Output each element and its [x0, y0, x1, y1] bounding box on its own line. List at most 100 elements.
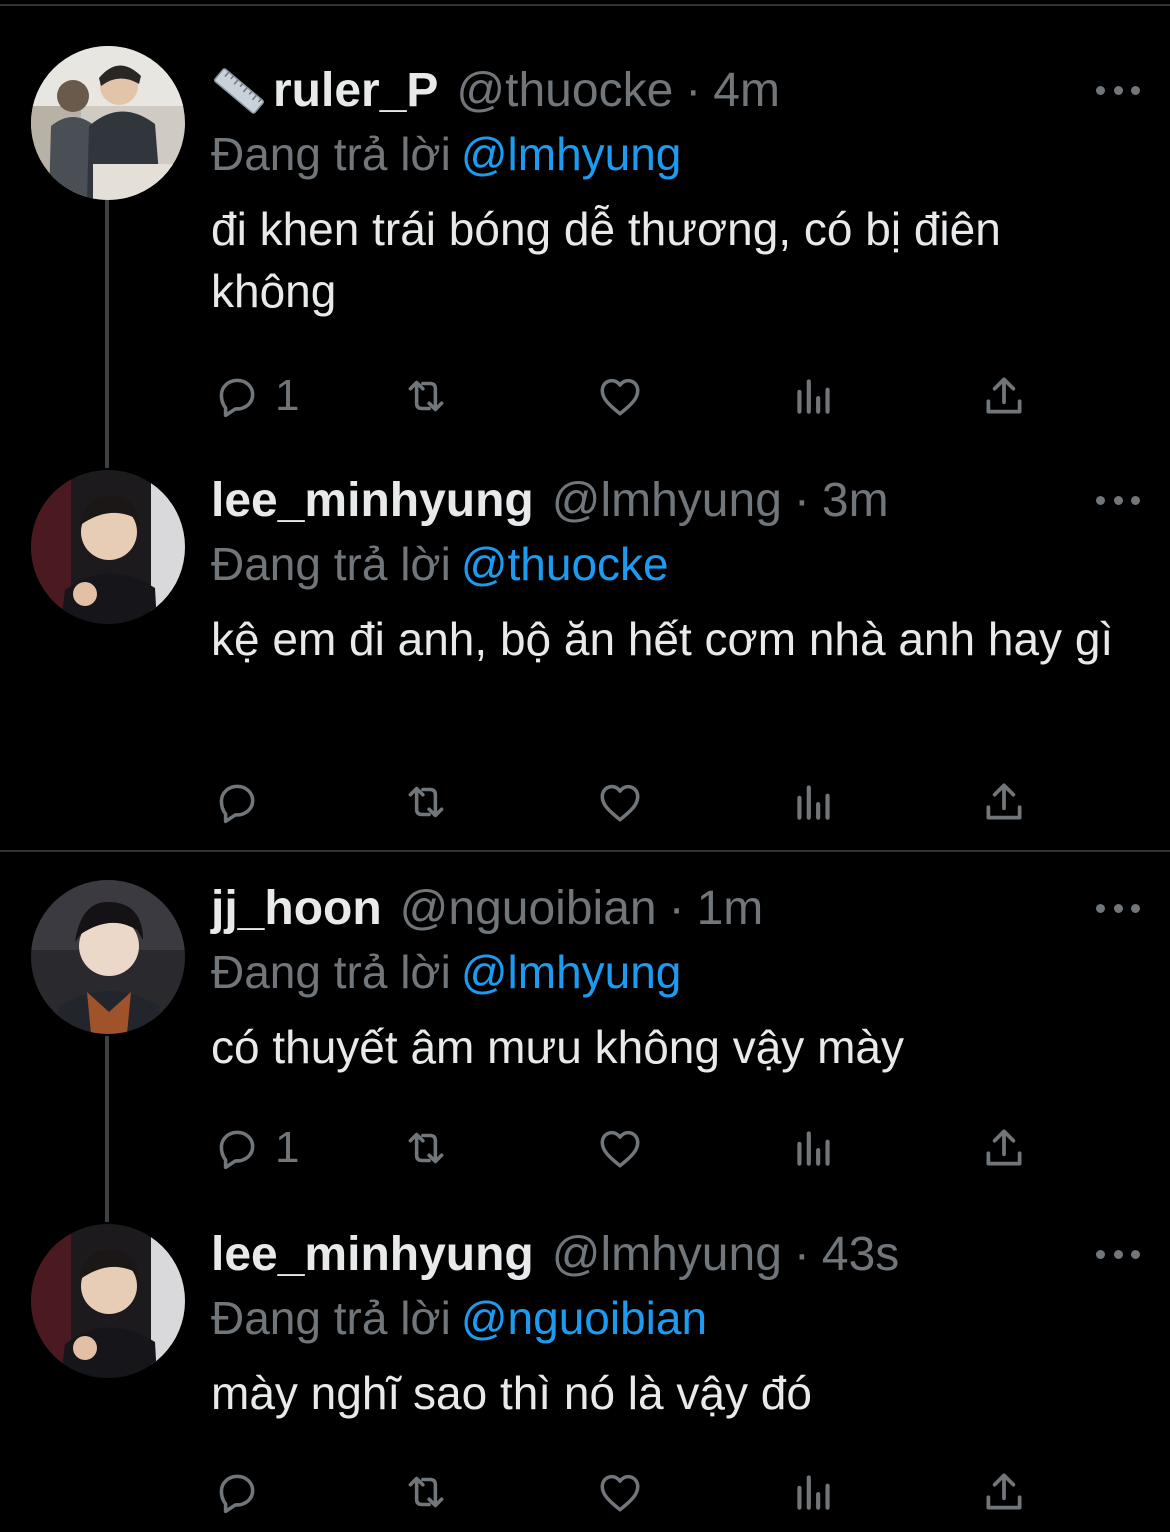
display-name[interactable]: ruler_P	[273, 60, 438, 122]
retweet-button[interactable]	[401, 368, 451, 424]
ruler-icon	[214, 68, 264, 114]
replying-to: Đang trả lời @nguoibian	[211, 1288, 707, 1348]
avatar[interactable]	[31, 470, 185, 624]
retweet-icon	[408, 380, 444, 412]
retweet-icon	[408, 1476, 444, 1508]
share-icon	[986, 1129, 1022, 1166]
share-icon	[986, 783, 1022, 820]
user-handle[interactable]: @lmhyung	[552, 470, 782, 532]
reply-button[interactable]	[211, 774, 275, 830]
reply-icon	[219, 378, 255, 418]
reply-button[interactable]	[211, 1464, 275, 1520]
heart-icon	[600, 378, 640, 416]
tweet-header: lee_minhyung @lmhyung · 43s	[211, 1224, 899, 1286]
views-button[interactable]	[789, 774, 839, 830]
tweet-text: mày nghĩ sao thì nó là vậy đó	[211, 1367, 812, 1419]
user-handle[interactable]: @lmhyung	[552, 1224, 782, 1286]
thread-connector	[105, 1036, 109, 1222]
timestamp[interactable]: 43s	[822, 1224, 899, 1286]
views-button[interactable]	[789, 368, 839, 424]
timestamp[interactable]: 1m	[697, 878, 764, 940]
thread-connector	[105, 200, 109, 468]
timestamp[interactable]: 3m	[822, 470, 889, 532]
replying-to: Đang trả lời @lmhyung	[211, 942, 681, 1002]
tweet-header: lee_minhyung @lmhyung · 3m	[211, 470, 889, 532]
share-button[interactable]	[979, 1464, 1029, 1520]
action-bar: 1	[211, 1120, 1041, 1176]
action-bar	[211, 774, 1041, 830]
mention-link[interactable]: @nguoibian	[461, 1292, 707, 1344]
reply-count: 1	[275, 371, 300, 420]
like-button[interactable]	[595, 1120, 645, 1176]
display-name[interactable]: lee_minhyung	[211, 470, 534, 532]
avatar-photo	[31, 470, 185, 624]
more-options-button[interactable]	[1096, 70, 1140, 110]
analytics-icon	[797, 1475, 830, 1510]
top-divider	[0, 4, 1170, 6]
retweet-button[interactable]	[401, 774, 451, 830]
analytics-icon	[797, 785, 830, 820]
action-bar	[211, 1464, 1041, 1520]
more-options-button[interactable]	[1096, 888, 1140, 928]
separator-dot: ·	[685, 64, 702, 117]
heart-icon	[600, 1474, 640, 1512]
replying-label: Đang trả lời	[211, 538, 451, 590]
retweet-button[interactable]	[401, 1464, 451, 1520]
more-options-button[interactable]	[1096, 1234, 1140, 1274]
replying-to: Đang trả lời @thuocke	[211, 534, 669, 594]
avatar[interactable]	[31, 880, 185, 1034]
retweet-icon	[408, 786, 444, 818]
display-name[interactable]: lee_minhyung	[211, 1224, 534, 1286]
tweet-text: có thuyết âm mưu không vậy mày	[211, 1021, 904, 1073]
reply-icon	[219, 1474, 255, 1514]
user-handle[interactable]: @nguoibian	[400, 878, 657, 940]
analytics-icon	[797, 1131, 830, 1166]
share-icon	[986, 377, 1022, 414]
analytics-icon	[797, 379, 830, 414]
views-button[interactable]	[789, 1120, 839, 1176]
replying-label: Đang trả lời	[211, 1292, 451, 1344]
heart-icon	[600, 1130, 640, 1168]
avatar-photo	[31, 46, 185, 200]
timestamp[interactable]: 4m	[713, 60, 780, 122]
avatar-photo	[31, 1224, 185, 1378]
avatar[interactable]	[31, 1224, 185, 1378]
avatar[interactable]	[31, 46, 185, 200]
tweet-header: jj_hoon @nguoibian · 1m	[211, 878, 763, 940]
tweet-header: ruler_P @thuocke · 4m	[211, 60, 780, 122]
reply-button[interactable]: 1	[211, 1120, 299, 1176]
like-button[interactable]	[595, 1464, 645, 1520]
reply-button[interactable]: 1	[211, 368, 299, 424]
reply-thread: ruler_P @thuocke · 4m Đang trả lời @lmhyu…	[0, 0, 1170, 1532]
retweet-icon	[408, 1132, 444, 1164]
conversation-divider	[0, 850, 1170, 852]
reply-icon	[219, 1130, 255, 1170]
reply-icon	[219, 784, 255, 824]
separator-dot: ·	[793, 474, 810, 527]
mention-link[interactable]: @lmhyung	[461, 128, 682, 180]
action-bar: 1	[211, 368, 1041, 424]
share-button[interactable]	[979, 1120, 1029, 1176]
heart-icon	[600, 784, 640, 822]
separator-dot: ·	[668, 882, 685, 935]
avatar-photo	[31, 880, 185, 1034]
like-button[interactable]	[595, 774, 645, 830]
like-button[interactable]	[595, 368, 645, 424]
mention-link[interactable]: @lmhyung	[461, 946, 682, 998]
mention-link[interactable]: @thuocke	[461, 538, 669, 590]
user-handle[interactable]: @thuocke	[456, 60, 673, 122]
reply-count: 1	[275, 1123, 300, 1172]
retweet-button[interactable]	[401, 1120, 451, 1176]
views-button[interactable]	[789, 1464, 839, 1520]
separator-dot: ·	[793, 1228, 810, 1281]
display-name[interactable]: jj_hoon	[211, 878, 382, 940]
share-button[interactable]	[979, 368, 1029, 424]
share-button[interactable]	[979, 774, 1029, 830]
replying-label: Đang trả lời	[211, 128, 451, 180]
more-options-button[interactable]	[1096, 480, 1140, 520]
share-icon	[986, 1473, 1022, 1510]
replying-to: Đang trả lời @lmhyung	[211, 124, 681, 184]
replying-label: Đang trả lời	[211, 946, 451, 998]
tweet-text: đi khen trái bóng dễ thương, có bị điên …	[211, 203, 1001, 317]
tweet-text: kệ em đi anh, bộ ăn hết cơm nhà anh hay …	[211, 613, 1114, 665]
